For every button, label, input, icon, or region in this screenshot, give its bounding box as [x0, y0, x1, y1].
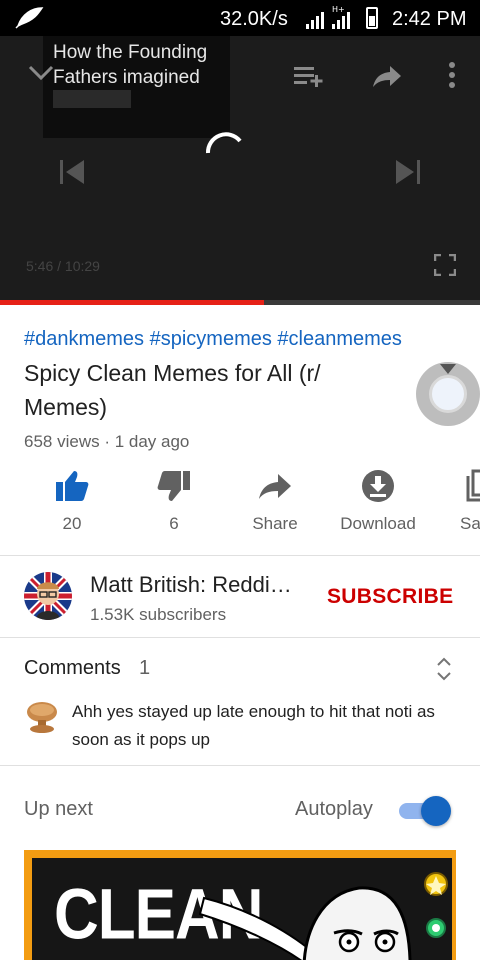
- loading-spinner-icon: [205, 132, 242, 154]
- like-button[interactable]: 20: [22, 468, 122, 534]
- channel-avatar[interactable]: [24, 572, 72, 620]
- svg-text:H+: H+: [332, 5, 345, 14]
- overlay-card: How the Founding Fathers imagined: [43, 36, 230, 138]
- progress-bar[interactable]: [0, 300, 480, 305]
- signal-h-plus-icon: H+: [332, 5, 350, 29]
- up-next-thumbnail[interactable]: CLEAN: [24, 850, 456, 960]
- more-options-icon[interactable]: [447, 61, 457, 89]
- video-title[interactable]: Spicy Clean Memes for All (r/ Memes): [24, 356, 384, 424]
- add-to-queue-icon[interactable]: [293, 64, 325, 88]
- commenter-avatar[interactable]: [24, 698, 60, 734]
- share-icon[interactable]: [372, 64, 402, 88]
- toggle-knob: [421, 796, 451, 826]
- share-button[interactable]: Share: [225, 468, 325, 534]
- autoplay-label: Autoplay: [295, 798, 373, 820]
- comments-label: Comments: [24, 657, 121, 679]
- dislike-count: 6: [169, 514, 179, 533]
- previous-icon[interactable]: [58, 158, 86, 186]
- subscribe-button[interactable]: SUBSCRIBE: [327, 585, 453, 609]
- minimize-chevron-icon[interactable]: [28, 64, 54, 82]
- fullscreen-icon[interactable]: [434, 254, 456, 276]
- expand-collapse-icon[interactable]: [436, 656, 452, 682]
- next-icon[interactable]: [394, 158, 422, 186]
- status-bar: 32.0K/s H+ 2:42 PM: [0, 0, 480, 36]
- clock: 2:42 PM: [392, 8, 467, 30]
- thumb-down-icon: [157, 471, 190, 501]
- download-label: Download: [340, 514, 416, 533]
- like-count: 20: [62, 514, 82, 533]
- divider: [0, 555, 480, 556]
- loading-ring: [429, 375, 467, 413]
- share-label: Share: [252, 514, 298, 533]
- dislike-button[interactable]: 6: [124, 468, 224, 534]
- video-player[interactable]: How the Founding Fathers imagined 5:46 /…: [0, 36, 480, 304]
- divider: [0, 637, 480, 638]
- feather-icon: [15, 7, 44, 29]
- thumb-up-icon: [56, 471, 89, 501]
- divider: [0, 765, 480, 766]
- subscriber-count: 1.53K subscribers: [90, 605, 227, 624]
- network-speed: 32.0K/s: [220, 8, 288, 30]
- overlay-title: How the Founding Fathers imagined: [53, 42, 208, 88]
- save-button[interactable]: Sa: [430, 468, 480, 534]
- comments-count: 1: [139, 657, 151, 679]
- overlay-bar: [53, 90, 131, 108]
- save-playlist-icon: [466, 469, 480, 502]
- download-button[interactable]: Download: [328, 468, 428, 534]
- video-meta: 658 views · 1 day ago: [24, 432, 190, 451]
- meme-face-illustration: [198, 872, 448, 960]
- top-comment: Ahh yes stayed up late enough to hit tha…: [72, 702, 435, 749]
- autoplay-toggle[interactable]: [399, 796, 451, 826]
- save-label: Sa: [460, 514, 480, 533]
- battery-icon: [366, 7, 378, 29]
- expand-description-button[interactable]: [416, 362, 480, 426]
- hashtags[interactable]: #dankmemes #spicymemes #cleanmemes: [24, 328, 402, 351]
- signal-icon: [306, 12, 324, 29]
- channel-name[interactable]: Matt British: Reddi…: [90, 572, 312, 598]
- channel-avatar-image: [24, 572, 72, 620]
- share-icon: [259, 474, 291, 499]
- caret-icon: [440, 364, 456, 374]
- progress-fill: [0, 300, 264, 305]
- action-bar: 20 6 Share Download Sa: [0, 468, 480, 548]
- download-icon: [362, 470, 394, 502]
- timecode: 5:46 / 10:29: [26, 258, 100, 274]
- up-next-label: Up next: [24, 798, 93, 820]
